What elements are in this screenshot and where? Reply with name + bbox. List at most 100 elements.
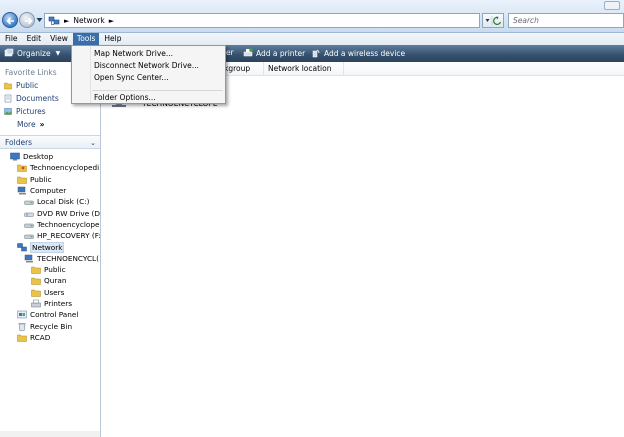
folder-icon [17, 176, 27, 184]
favorite-label: Documents [16, 94, 59, 103]
partial-toolbar-button[interactable]: er [226, 48, 234, 57]
printer-icon [243, 48, 253, 57]
folder-tree: Desktop Technoencyclopedi Public Computer Lo… [0, 151, 100, 343]
tree-item-quran[interactable]: Quran [0, 275, 100, 286]
menu-bar: File Edit View Tools Help [0, 33, 624, 45]
drive-icon [24, 234, 34, 239]
recycle-bin-icon [18, 322, 26, 331]
breadcrumb-separator-icon[interactable]: ► [64, 17, 69, 25]
forward-arrow-icon [25, 17, 33, 25]
navigation-pane: Favorite Links Public Documents Pictures… [0, 62, 101, 437]
menu-edit[interactable]: Edit [23, 33, 46, 45]
forward-button[interactable] [19, 12, 35, 28]
tree-item-hp-recovery-f[interactable]: HP_RECOVERY (F: [0, 230, 100, 241]
column-network-location[interactable]: Network location [264, 62, 344, 76]
window-button[interactable] [604, 1, 620, 10]
tools-menu-dropdown: Map Network Drive... Disconnect Network … [71, 45, 226, 104]
favorite-label: Pictures [16, 107, 46, 116]
drive-icon [24, 223, 34, 228]
tree-item-label: Desktop [23, 152, 54, 162]
tree-item-technoencyclopedi[interactable]: Technoencyclopedi [0, 162, 100, 173]
control-panel-icon [17, 311, 27, 319]
tree-item-local-disk-c[interactable]: Local Disk (C:) [0, 196, 100, 207]
menu-view[interactable]: View [46, 33, 72, 45]
folder-icon [31, 266, 41, 274]
tree-item-rcad[interactable]: RCAD [0, 332, 100, 343]
partial-label: er [226, 48, 234, 57]
tree-item-label: Local Disk (C:) [37, 197, 90, 207]
chevron-down-icon: ▼ [55, 49, 61, 57]
add-wireless-device-button[interactable]: Add a wireless device [311, 48, 405, 58]
recent-pages-dropdown[interactable] [36, 17, 43, 23]
wireless-device-icon [312, 49, 320, 58]
horizontal-scrollbar[interactable] [0, 431, 100, 437]
tree-item-public[interactable]: Public [0, 264, 100, 275]
add-printer-button[interactable]: Add a printer [243, 48, 305, 58]
tree-item-label: Users [44, 287, 65, 297]
tree-item-label: Technoencyclope [37, 219, 100, 229]
menu-map-network-drive[interactable]: Map Network Drive... [94, 48, 173, 59]
tree-item-control-panel[interactable]: Control Panel [0, 309, 100, 320]
tree-item-network[interactable]: Network [0, 241, 100, 253]
computer-icon [24, 254, 33, 263]
tree-item-label: Quran [44, 276, 67, 286]
pictures-icon [4, 108, 12, 115]
desktop-icon [10, 152, 20, 161]
organize-button[interactable]: Organize ▼ [4, 48, 60, 58]
menu-open-sync-center[interactable]: Open Sync Center... [94, 72, 169, 83]
tree-item-recycle-bin[interactable]: Recycle Bin [0, 320, 100, 331]
address-breadcrumb[interactable]: ► Network ► [44, 13, 480, 28]
tree-item-users[interactable]: Users [0, 287, 100, 298]
menu-separator [92, 90, 223, 91]
tree-item-label: HP_RECOVERY (F: [37, 231, 100, 241]
menu-tools[interactable]: Tools [72, 33, 100, 45]
organize-label: Organize [17, 48, 51, 58]
menu-file[interactable]: File [1, 33, 22, 45]
menu-help[interactable]: Help [100, 33, 125, 45]
tree-item-label: Network [30, 241, 65, 253]
folder-icon [31, 278, 41, 286]
documents-icon [4, 94, 12, 103]
folders-header[interactable]: Folders ⌄ [0, 135, 100, 149]
content-pane: kgroup Network location TECHNOENCYCLOPE [102, 62, 624, 437]
tree-item-label: Control Panel [30, 310, 79, 320]
tree-item-label: Printers [44, 299, 73, 308]
chevron-down-icon: ⌄ [90, 139, 96, 147]
folders-header-label: Folders [5, 138, 33, 147]
breadcrumb-network[interactable]: Network [73, 16, 104, 25]
favorite-pictures[interactable]: Pictures [0, 105, 100, 118]
network-icon [17, 242, 27, 251]
back-button[interactable] [2, 12, 18, 28]
tree-item-public[interactable]: Public [0, 174, 100, 185]
tree-item-label: Technoencyclopedi [30, 163, 100, 173]
tree-item-label: RCAD [30, 332, 51, 342]
tree-item-label: Computer [30, 186, 67, 196]
folder-icon [31, 289, 41, 297]
tree-item-label: Public [30, 174, 52, 184]
tree-item-label: DVD RW Drive (D:) [37, 208, 100, 218]
tree-item-desktop[interactable]: Desktop [0, 151, 100, 162]
network-icon [48, 16, 60, 25]
computer-icon [17, 186, 26, 195]
search-input[interactable]: Search [508, 13, 624, 28]
column-workgroup[interactable]: kgroup [220, 62, 264, 76]
tree-item-technoencyclope[interactable]: Technoencyclope [0, 219, 100, 230]
folder-icon [4, 82, 12, 90]
double-chevron-icon: » [39, 120, 45, 129]
breadcrumb-separator-icon[interactable]: ► [109, 17, 114, 25]
favorites-more-link[interactable]: More » [0, 118, 100, 131]
tree-item-dvd-rw-drive-d[interactable]: DVD RW Drive (D:) [0, 207, 100, 218]
folder-icon [17, 334, 27, 342]
back-arrow-icon [6, 17, 14, 25]
tree-item-label: Public [44, 265, 66, 275]
tree-item-label: TECHNOENCYCL( [37, 253, 99, 263]
refresh-button[interactable] [482, 13, 504, 28]
menu-folder-options[interactable]: Folder Options... [94, 92, 156, 103]
tree-item-technoencycl[interactable]: TECHNOENCYCL( [0, 253, 100, 264]
tree-item-printers[interactable]: Printers [0, 298, 100, 309]
tree-item-computer[interactable]: Computer [0, 185, 100, 196]
dvd-icon [24, 212, 34, 217]
organize-icon [4, 48, 14, 57]
printer-icon [31, 299, 41, 308]
menu-disconnect-network-drive[interactable]: Disconnect Network Drive... [94, 60, 199, 71]
